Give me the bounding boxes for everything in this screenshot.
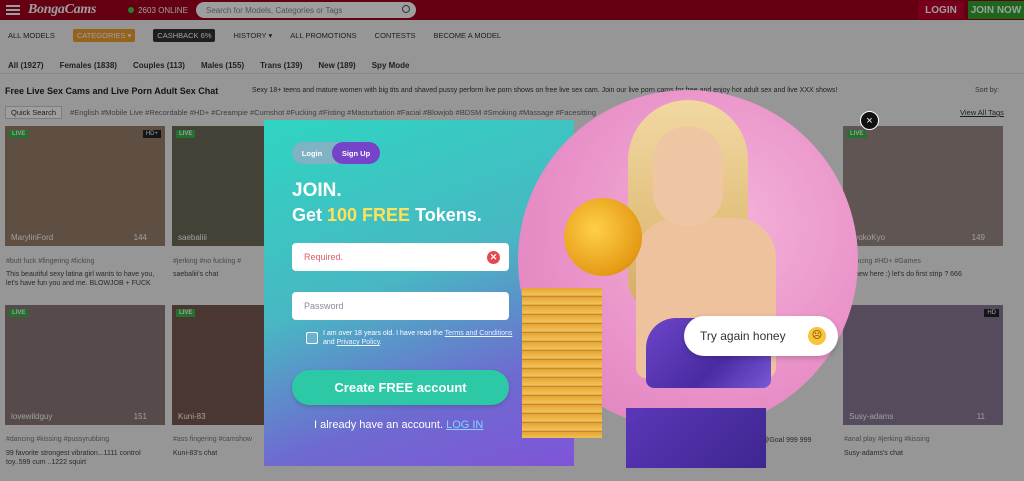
error-icon: ✕ [487,251,500,264]
password-field[interactable]: Password [292,292,509,320]
age-terms-checkbox[interactable] [306,332,318,344]
modal-title: JOIN. [292,180,342,201]
speech-bubble: Try again honey ☹ [684,316,838,356]
promo-image: Try again honey ☹ [518,88,863,468]
terms-text: I am over 18 years old. I have read the … [323,330,513,346]
have-account-text: I already have an account. LOG IN [314,419,484,431]
terms-link[interactable]: Terms and Conditions [445,330,513,337]
tab-login[interactable]: Login [292,149,332,158]
privacy-link[interactable]: Privacy Policy [337,339,380,346]
close-icon[interactable]: × [860,111,879,130]
tab-signup[interactable]: Sign Up [332,142,380,164]
modal-subtitle: Get 100 FREE Tokens. [292,205,482,225]
token-coin-icon [564,198,642,276]
sad-face-icon: ☹ [808,327,826,345]
login-link[interactable]: LOG IN [446,419,483,431]
email-field[interactable]: Required. ✕ [292,243,509,271]
coin-stack-icon [522,288,602,438]
auth-tabs: Login Sign Up [292,142,380,164]
model-face [653,126,723,226]
create-account-button[interactable]: Create FREE account [292,370,509,405]
model-bottoms [626,408,766,468]
